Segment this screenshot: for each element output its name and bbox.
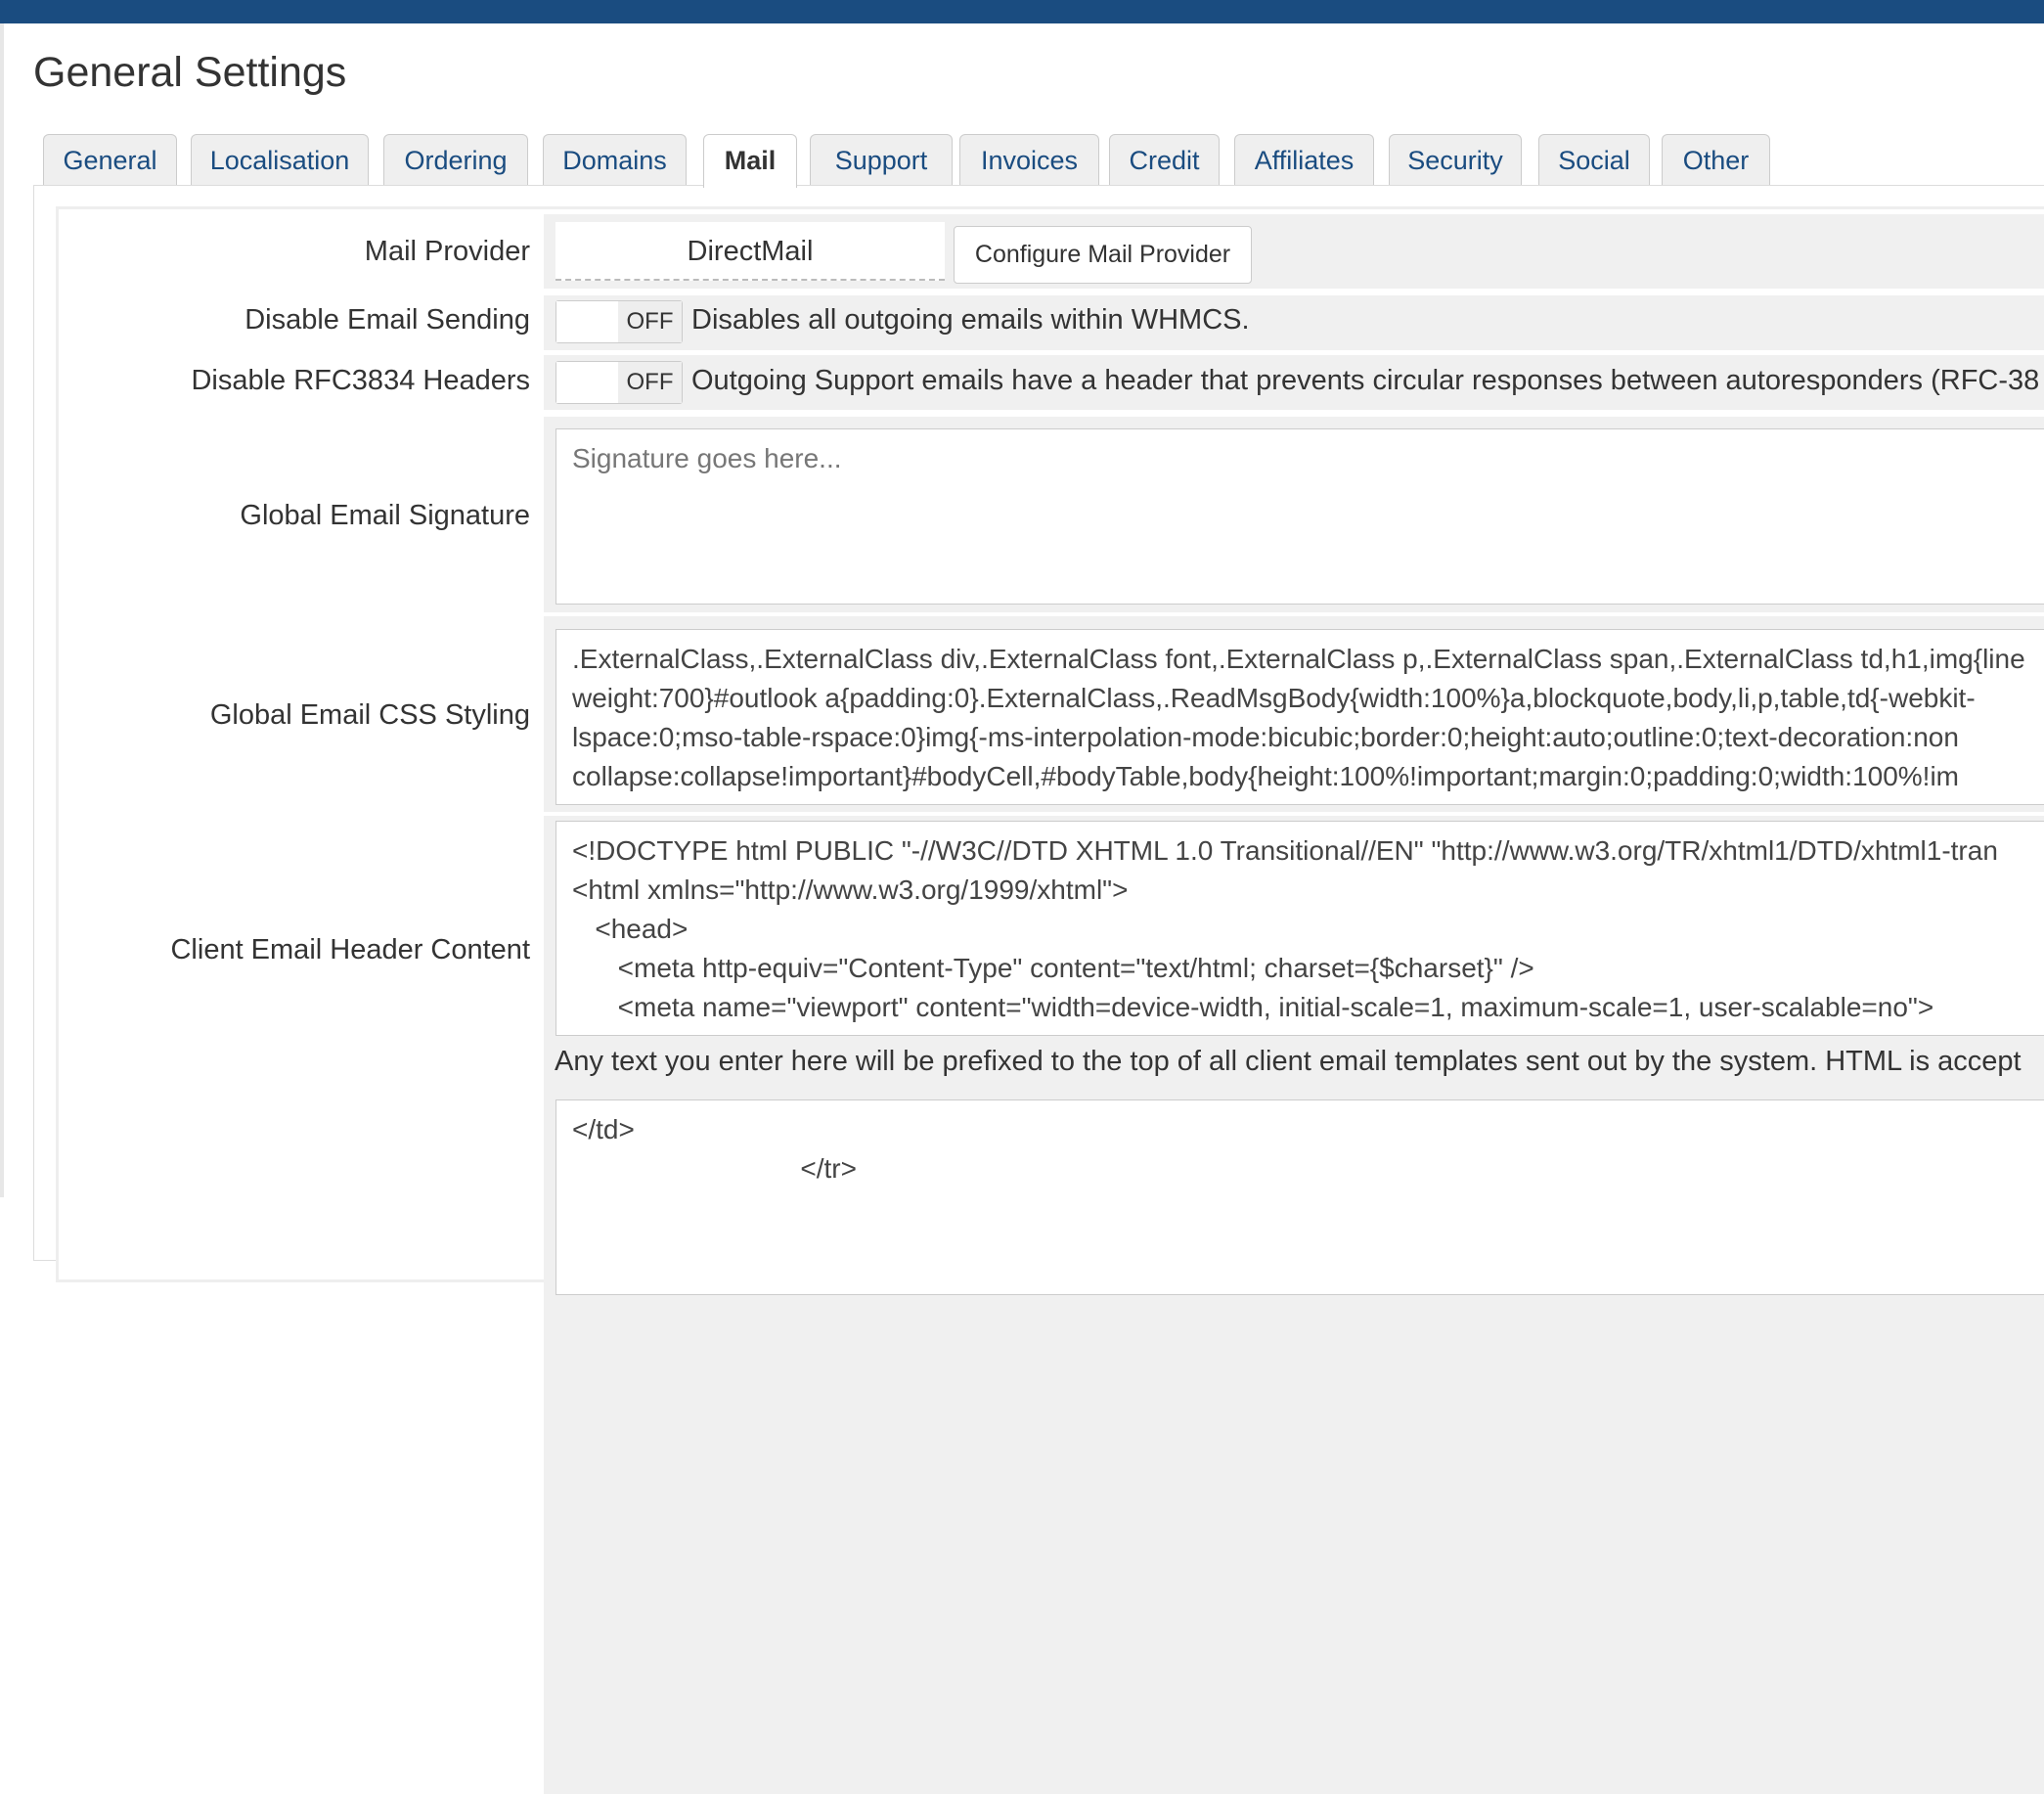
toggle-knob [556, 301, 620, 342]
footer-content-textarea[interactable]: </td> </tr> [555, 1099, 2044, 1295]
disable-email-sending-description: Disables all outgoing emails within WHMC… [691, 304, 1250, 336]
tab-ordering[interactable]: Ordering [383, 134, 528, 186]
toggle-knob [556, 362, 620, 403]
tab-credit[interactable]: Credit [1109, 134, 1220, 186]
mail-provider-label: Mail Provider [364, 236, 530, 267]
disable-rfc-headers-toggle[interactable]: OFF [555, 361, 683, 404]
tab-mail[interactable]: Mail [703, 134, 797, 188]
tab-other[interactable]: Other [1662, 134, 1770, 186]
disable-rfc-headers-label: Disable RFC3834 Headers [191, 365, 530, 396]
signature-textarea[interactable]: Signature goes here... [555, 428, 2044, 605]
css-styling-textarea[interactable]: .ExternalClass,.ExternalClass div,.Exter… [555, 629, 2044, 805]
toggle-state: OFF [618, 301, 682, 342]
header-content-textarea[interactable]: <!DOCTYPE html PUBLIC "-//W3C//DTD XHTML… [555, 821, 2044, 1036]
top-nav-bar [0, 0, 2044, 23]
disable-email-sending-toggle[interactable]: OFF [555, 300, 683, 343]
disable-rfc-headers-description: Outgoing Support emails have a header th… [691, 365, 2040, 396]
tab-invoices[interactable]: Invoices [959, 134, 1099, 186]
tab-localisation[interactable]: Localisation [191, 134, 369, 186]
left-edge [0, 23, 4, 1197]
header-content-label: Client Email Header Content [170, 934, 530, 965]
disable-email-sending-label: Disable Email Sending [244, 304, 530, 336]
header-content-help: Any text you enter here will be prefixed… [555, 1046, 2022, 1077]
page-title: General Settings [33, 49, 347, 96]
tab-security[interactable]: Security [1389, 134, 1522, 186]
mail-provider-value: DirectMail [555, 222, 945, 281]
tab-support[interactable]: Support [810, 134, 953, 186]
css-styling-label: Global Email CSS Styling [209, 699, 530, 731]
tab-social[interactable]: Social [1538, 134, 1650, 186]
signature-label: Global Email Signature [240, 500, 530, 531]
tab-general[interactable]: General [43, 134, 177, 186]
configure-mail-provider-button[interactable]: Configure Mail Provider [954, 226, 1252, 284]
tab-affiliates[interactable]: Affiliates [1234, 134, 1374, 186]
tab-domains[interactable]: Domains [543, 134, 687, 186]
toggle-state: OFF [618, 362, 682, 403]
